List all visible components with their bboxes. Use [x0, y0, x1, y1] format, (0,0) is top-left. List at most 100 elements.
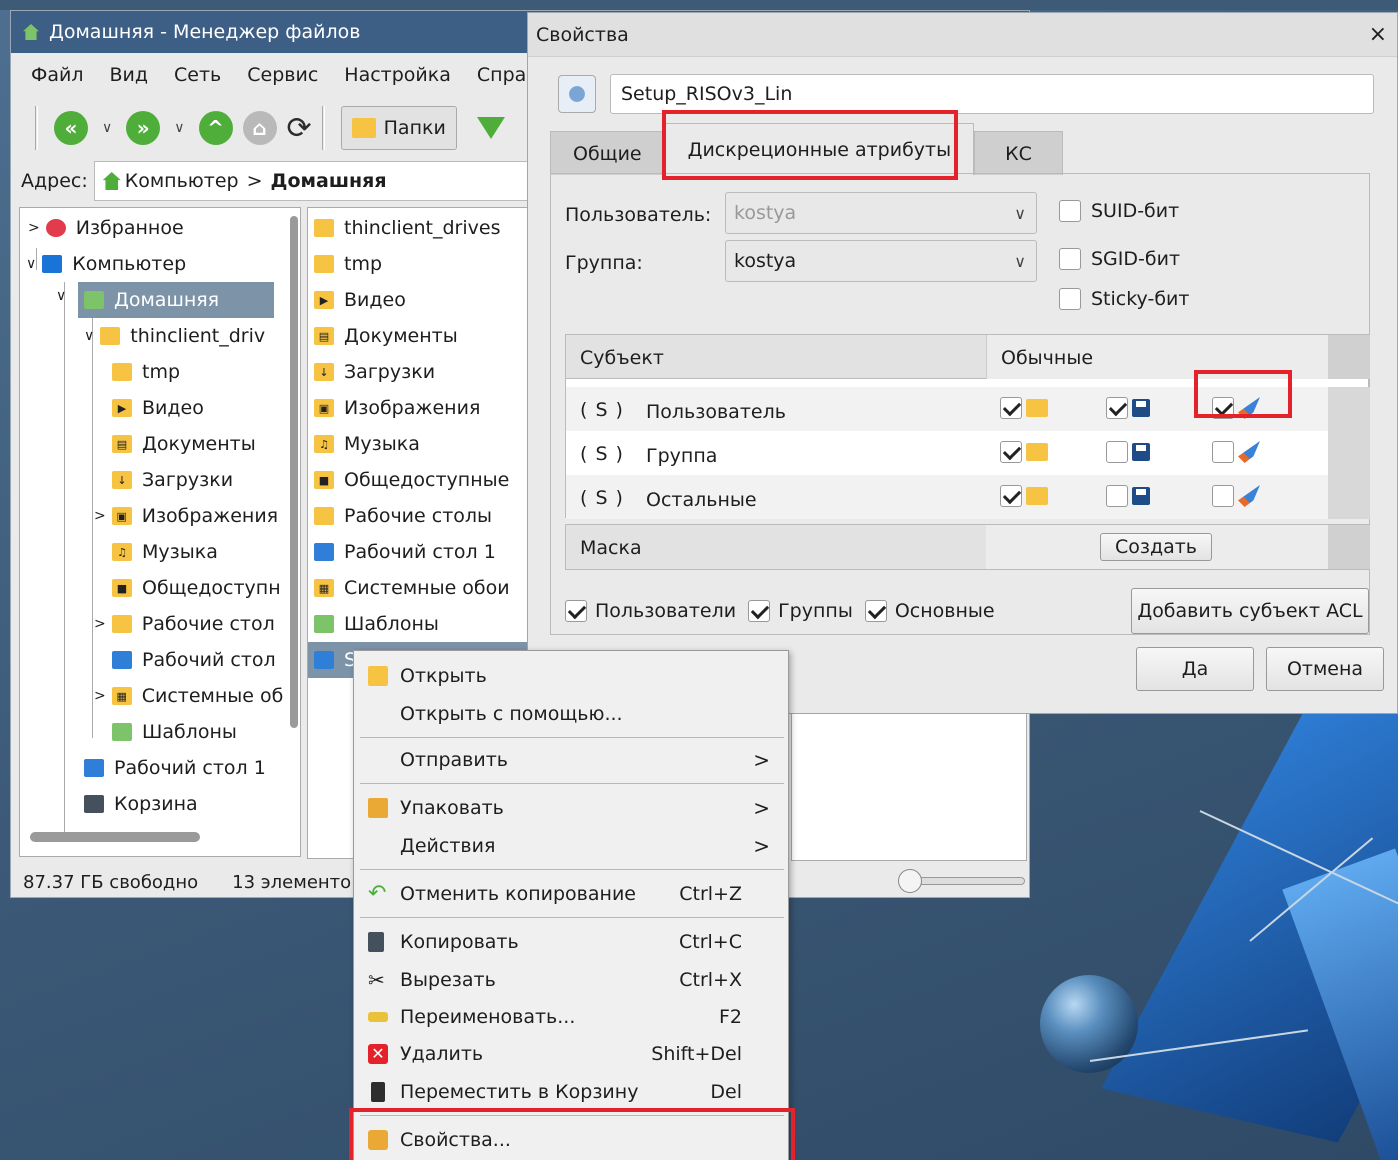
- tree-item-computer[interactable]: Компьютер: [72, 253, 186, 275]
- user-select: kostya ∨: [725, 192, 1037, 234]
- tree-item-favorites[interactable]: Избранное: [76, 217, 184, 239]
- address-label: Адрес:: [21, 170, 88, 192]
- create-mask-button[interactable]: Создать: [1100, 533, 1212, 561]
- col-regular: Обычные: [1001, 347, 1094, 369]
- menu-item-pack[interactable]: Упаковать >: [354, 789, 788, 827]
- read-checkbox[interactable]: [1000, 397, 1022, 419]
- menu-item-move-to-trash[interactable]: Переместить в Корзину Del: [354, 1073, 788, 1111]
- execute-checkbox[interactable]: [1212, 441, 1234, 463]
- tree-item-documents[interactable]: Документы: [142, 433, 256, 455]
- zoom-slider[interactable]: [898, 869, 1025, 893]
- home-button-icon[interactable]: ⌂: [242, 111, 277, 145]
- sgid-checkbox[interactable]: [1059, 248, 1081, 270]
- tree-item-desktops[interactable]: Рабочие стол: [142, 613, 275, 635]
- tree-item-desktop[interactable]: Рабочий стол: [142, 649, 276, 671]
- list-item[interactable]: Шаблоны: [344, 613, 439, 635]
- menu-item-copy[interactable]: Копировать Ctrl+C: [354, 923, 788, 961]
- pictures-folder-icon: ▣: [111, 507, 132, 525]
- trash-icon: [371, 1082, 385, 1102]
- refresh-icon[interactable]: ⟳: [287, 111, 312, 146]
- write-checkbox[interactable]: [1106, 441, 1128, 463]
- menu-item-undo-copy[interactable]: ↶ Отменить копирование Ctrl+Z: [354, 875, 788, 913]
- menu-item-cut[interactable]: ✂ Вырезать Ctrl+X: [354, 961, 788, 999]
- list-item[interactable]: Изображения: [344, 397, 480, 419]
- tree-item-music[interactable]: Музыка: [142, 541, 218, 563]
- address-input[interactable]: Компьютер > Домашняя: [93, 161, 534, 201]
- filter-icon[interactable]: [476, 117, 505, 139]
- list-item[interactable]: thinclient_drives: [344, 217, 500, 239]
- menu-settings[interactable]: Настройка: [344, 64, 451, 86]
- suid-checkbox[interactable]: [1059, 200, 1081, 222]
- tree-item-video[interactable]: Видео: [142, 397, 204, 419]
- menu-item-delete[interactable]: ✕ Удалить Shift+Del: [354, 1035, 788, 1073]
- folders-button[interactable]: Папки: [340, 106, 457, 150]
- chevron-down-icon[interactable]: ∨: [102, 120, 112, 136]
- list-item[interactable]: Музыка: [344, 433, 420, 455]
- horizontal-scrollbar[interactable]: [30, 832, 200, 842]
- tree-item-wallpapers[interactable]: Системные об: [142, 685, 284, 707]
- acl-row-others[interactable]: ( S ) Остальные: [566, 475, 1370, 519]
- menu-view[interactable]: Вид: [110, 64, 149, 86]
- tree-item-pictures[interactable]: Изображения: [142, 505, 278, 527]
- file-view-area[interactable]: [791, 711, 1027, 861]
- menu-item-send[interactable]: Отправить >: [354, 741, 788, 779]
- filter-groups-checkbox[interactable]: [748, 600, 771, 622]
- list-item[interactable]: Загрузки: [344, 361, 435, 383]
- breadcrumb-computer[interactable]: Компьютер: [125, 170, 239, 192]
- read-checkbox[interactable]: [1000, 485, 1022, 507]
- tree-item-home[interactable]: Домашняя: [114, 289, 219, 311]
- tree-item-templates[interactable]: Шаблоны: [142, 721, 237, 743]
- ok-button[interactable]: Да: [1136, 647, 1254, 691]
- list-item[interactable]: Документы: [344, 325, 458, 347]
- list-item[interactable]: Рабочий стол 1: [344, 541, 496, 563]
- archive-icon: [368, 798, 388, 818]
- tree-item-trash[interactable]: Корзина: [114, 793, 198, 815]
- wallpaper-sphere: [1040, 975, 1138, 1073]
- cancel-label: Отмена: [1286, 658, 1364, 680]
- menu-item-open[interactable]: Открыть: [354, 657, 788, 695]
- menu-help[interactable]: Спра: [477, 64, 526, 86]
- menu-item-rename[interactable]: Переименовать... F2: [354, 998, 788, 1036]
- cancel-button[interactable]: Отмена: [1266, 647, 1384, 691]
- read-checkbox[interactable]: [1000, 441, 1022, 463]
- list-item[interactable]: Видео: [344, 289, 406, 311]
- list-item[interactable]: tmp: [344, 253, 382, 275]
- home-folder-icon: [84, 291, 104, 309]
- list-item[interactable]: Рабочие столы: [344, 505, 492, 527]
- forward-icon[interactable]: »: [126, 111, 161, 145]
- open-folder-icon: [368, 666, 388, 686]
- menu-network[interactable]: Сеть: [174, 64, 221, 86]
- vertical-scrollbar[interactable]: [290, 216, 298, 728]
- back-icon[interactable]: «: [54, 111, 88, 145]
- menu-item-open-with[interactable]: Открыть с помощью...: [354, 695, 788, 733]
- dialog-titlebar[interactable]: Свойства ×: [528, 13, 1397, 57]
- chevron-down-icon[interactable]: ∨: [174, 120, 184, 136]
- user-label: Пользователь:: [565, 204, 712, 226]
- list-item[interactable]: Системные обои: [344, 577, 510, 599]
- filter-main-checkbox[interactable]: [864, 600, 887, 622]
- tree-item-public[interactable]: Общедоступн: [142, 577, 281, 599]
- execute-checkbox[interactable]: [1212, 485, 1234, 507]
- add-acl-subject-button[interactable]: Добавить субъект ACL: [1131, 588, 1369, 634]
- write-checkbox[interactable]: [1106, 397, 1128, 419]
- list-item[interactable]: Общедоступные: [344, 469, 509, 491]
- breadcrumb-home[interactable]: Домашняя: [271, 170, 387, 192]
- filename-input[interactable]: Setup_RISOv3_Lin: [610, 74, 1374, 114]
- tab-ks[interactable]: КС: [974, 131, 1063, 175]
- tree-item-downloads[interactable]: Загрузки: [142, 469, 233, 491]
- menu-item-actions[interactable]: Действия >: [354, 827, 788, 865]
- tab-general[interactable]: Общие: [550, 131, 665, 175]
- tree-item-desktop-1[interactable]: Рабочий стол 1: [114, 757, 266, 779]
- sticky-checkbox[interactable]: [1059, 288, 1081, 310]
- filter-users-checkbox[interactable]: [565, 600, 587, 622]
- write-checkbox[interactable]: [1106, 485, 1128, 507]
- menu-service[interactable]: Сервис: [247, 64, 318, 86]
- acl-row-group[interactable]: ( S ) Группа: [566, 431, 1370, 475]
- tree-item-tmp[interactable]: tmp: [142, 361, 180, 383]
- up-icon[interactable]: ^: [198, 111, 233, 145]
- tree-item-thinclient[interactable]: thinclient_driv: [130, 325, 265, 347]
- zoom-slider-knob[interactable]: [898, 869, 922, 893]
- close-icon[interactable]: ×: [1369, 22, 1387, 47]
- menu-file[interactable]: Файл: [31, 64, 84, 86]
- group-select[interactable]: kostya ∨: [725, 240, 1037, 282]
